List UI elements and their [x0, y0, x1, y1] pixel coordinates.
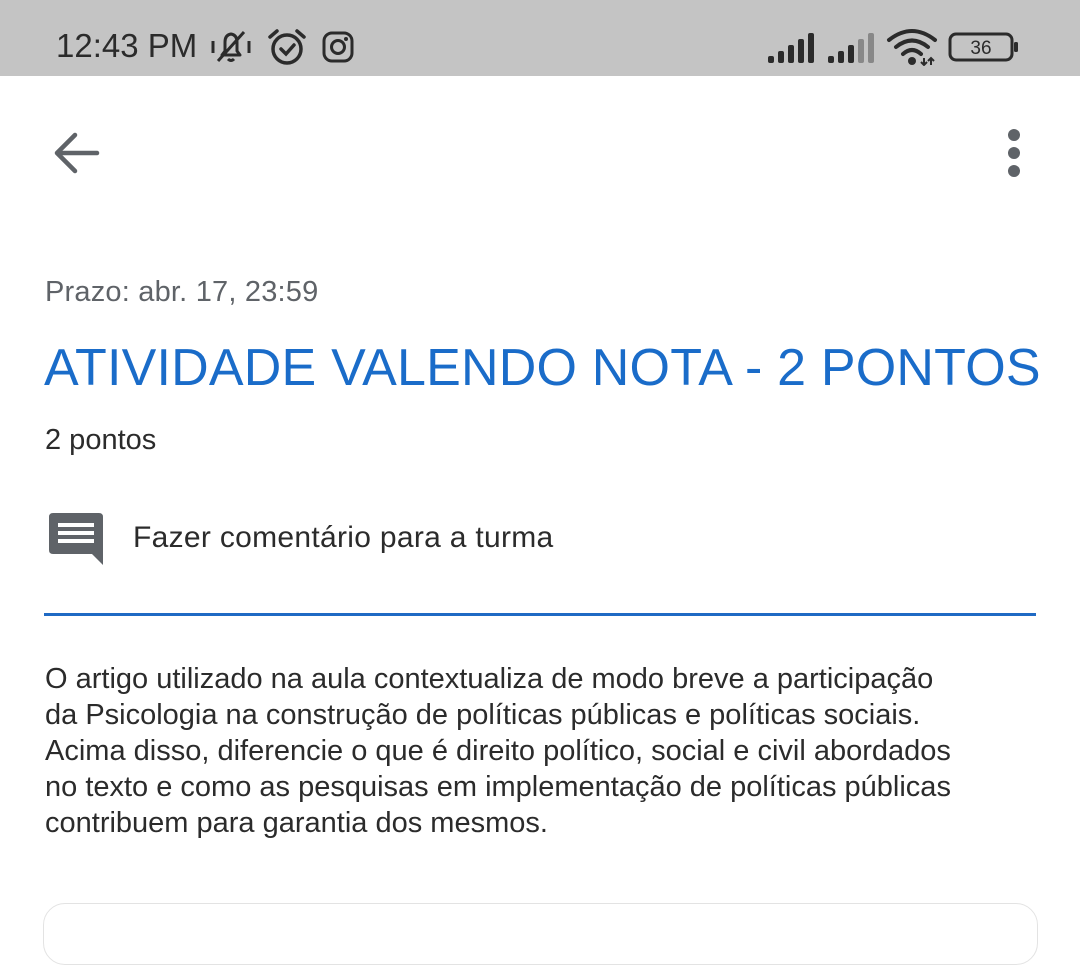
- assignment-title: ATIVIDADE VALENDO NOTA - 2 PONTOS: [44, 339, 1041, 397]
- vibrate-muted-icon: [208, 27, 254, 72]
- arrow-back-icon: [48, 132, 104, 185]
- class-comment-button[interactable]: Fazer comentário para a turma: [44, 505, 1036, 575]
- more-vert-icon: [996, 129, 1032, 184]
- battery-icon: 36: [948, 32, 1020, 67]
- due-date: Prazo: abr. 17, 23:59: [45, 276, 319, 308]
- assignment-points: 2 pontos: [45, 424, 157, 456]
- divider: [44, 613, 1036, 616]
- assignment-description: O artigo utilizado na aula contextualiza…: [45, 661, 1045, 841]
- signal-icon: [767, 32, 815, 69]
- status-bar: 12:43 PM 36: [0, 0, 1080, 76]
- comment-icon: [48, 509, 106, 572]
- wifi-icon: [886, 28, 938, 71]
- description-line: da Psicologia na construção de políticas…: [45, 699, 921, 731]
- battery-level: 36: [970, 38, 991, 59]
- your-work-card[interactable]: [43, 903, 1038, 965]
- more-options-button[interactable]: [996, 126, 1032, 180]
- status-time: 12:43 PM: [56, 27, 198, 64]
- description-line: contribuem para garantia dos mesmos.: [45, 807, 548, 839]
- class-comment-label: Fazer comentário para a turma: [133, 521, 554, 554]
- description-line: Acima disso, diferencie o que é direito …: [45, 735, 951, 767]
- signal-icon: [827, 32, 875, 69]
- description-line: O artigo utilizado na aula contextualiza…: [45, 663, 934, 695]
- instagram-icon: [322, 31, 354, 68]
- back-button[interactable]: [48, 125, 104, 181]
- description-line: no texto e como as pesquisas em implemen…: [45, 771, 951, 803]
- alarm-icon: [266, 27, 308, 72]
